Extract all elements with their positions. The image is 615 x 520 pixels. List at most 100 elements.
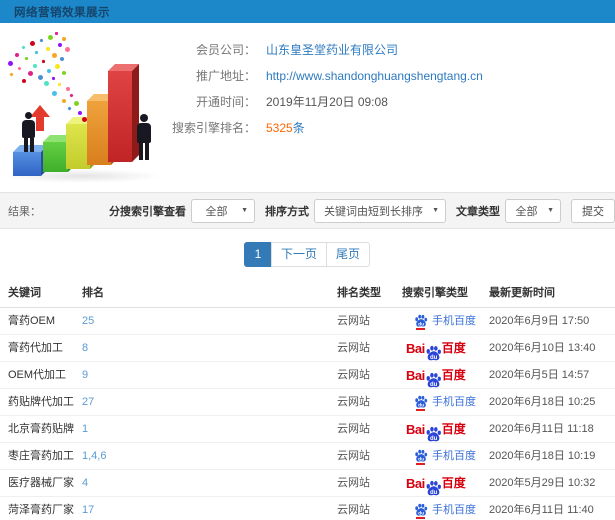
mobile-baidu-label: 手机百度 bbox=[432, 449, 476, 462]
table-row: OEM代加工 9 云网站 Bai du 百度 2020年6月5日 14:57 bbox=[0, 362, 615, 389]
chart-bar-green bbox=[43, 142, 68, 172]
rank-type-cell: 云网站 bbox=[337, 396, 370, 408]
confetti-dot bbox=[41, 59, 46, 64]
info-section: 会员公司： 山东皇圣堂药业有限公司 推广地址： http://www.shand… bbox=[0, 23, 615, 192]
confetti-dot bbox=[17, 66, 22, 71]
rank-link[interactable]: 4 bbox=[82, 470, 337, 496]
promo-url-link[interactable]: http://www.shandonghuangshengtang.cn bbox=[266, 63, 483, 89]
rank-link[interactable]: 1,4,6 bbox=[82, 443, 337, 469]
mobile-baidu-icon: du bbox=[414, 449, 428, 465]
submit-button[interactable]: 提交 bbox=[571, 198, 615, 223]
confetti-dot bbox=[66, 87, 70, 91]
sort-select[interactable]: 关键词由短到长排序 ▼ bbox=[314, 198, 446, 223]
keyword-cell: 膏药OEM bbox=[8, 315, 56, 327]
baidu-logo-paw-icon: du bbox=[425, 345, 442, 362]
last-page-button[interactable]: 尾页 bbox=[326, 241, 371, 267]
svg-text:du: du bbox=[418, 321, 424, 327]
rank-link[interactable]: 17 bbox=[82, 497, 337, 520]
confetti-dot bbox=[8, 61, 13, 66]
updated-cell: 2020年6月9日 17:50 bbox=[489, 315, 590, 327]
confetti-dot bbox=[44, 81, 49, 86]
confetti-dot bbox=[62, 37, 66, 41]
rank-link[interactable]: 27 bbox=[82, 389, 337, 415]
rank-link[interactable]: 8 bbox=[82, 335, 337, 361]
company-link[interactable]: 山东皇圣堂药业有限公司 bbox=[266, 37, 398, 63]
confetti-dot bbox=[39, 38, 44, 43]
baidu-logo-bai: Bai bbox=[406, 367, 425, 383]
svg-text:du: du bbox=[418, 402, 424, 408]
confetti-dot bbox=[24, 56, 29, 61]
rank-link[interactable]: 25 bbox=[82, 308, 337, 334]
rank-type-cell: 云网站 bbox=[337, 450, 370, 462]
baidu-logo-paw-icon: du bbox=[425, 372, 442, 389]
baidu-logo-bai: Bai bbox=[406, 421, 425, 437]
svg-text:du: du bbox=[418, 510, 424, 516]
confetti-dot bbox=[38, 75, 43, 80]
updated-cell: 2020年6月11日 11:18 bbox=[489, 423, 594, 435]
table-row: 北京膏药贴牌 1 云网站 Bai du 百度 2020年6月11日 11:18 bbox=[0, 416, 615, 443]
next-page-button[interactable]: 下一页 bbox=[270, 241, 327, 267]
rank-type-cell: 云网站 bbox=[337, 423, 370, 435]
keyword-cell: 枣庄膏药加工 bbox=[8, 450, 74, 462]
confetti-dot bbox=[82, 117, 87, 122]
rank-type-cell: 云网站 bbox=[337, 369, 370, 381]
svg-text:du: du bbox=[430, 435, 438, 441]
mobile-baidu-badge: du 手机百度 bbox=[414, 443, 476, 470]
table-header-row: 关键词 排名 排名类型 搜索引擎类型 最新更新时间 bbox=[0, 279, 615, 308]
rank-link[interactable]: 9 bbox=[82, 362, 337, 388]
confetti-dot bbox=[58, 43, 62, 47]
rank-count-number: 5325 bbox=[266, 121, 293, 135]
red-underline bbox=[416, 328, 425, 330]
confetti-dot bbox=[51, 76, 56, 81]
mobile-baidu-icon: du bbox=[414, 314, 428, 330]
baidu-logo-cn: 百度 bbox=[441, 421, 466, 436]
confetti-dot bbox=[52, 91, 57, 96]
svg-text:du: du bbox=[430, 489, 438, 495]
confetti-dot bbox=[78, 111, 82, 115]
company-info: 会员公司： 山东皇圣堂药业有限公司 推广地址： http://www.shand… bbox=[168, 37, 608, 141]
keyword-cell: 膏药代加工 bbox=[8, 342, 63, 354]
table-row: 枣庄膏药加工 1,4,6 云网站 du 手机百度 2020年6月18日 10:19 bbox=[0, 443, 615, 470]
article-type-select[interactable]: 全部 ▼ bbox=[505, 198, 561, 223]
rank-type-cell: 云网站 bbox=[337, 315, 370, 327]
engine-select-value: 全部 bbox=[205, 205, 228, 218]
red-underline bbox=[416, 463, 425, 465]
engine-cell: du 手机百度 bbox=[402, 308, 489, 334]
baidu-logo: Bai du 百度 bbox=[406, 416, 466, 443]
confetti-dot bbox=[74, 101, 79, 106]
baidu-logo-paw-icon: du bbox=[425, 426, 442, 443]
info-row-rank-count: 搜索引擎排名： 5325 条 bbox=[168, 115, 608, 141]
baidu-paw-icon: du bbox=[415, 395, 428, 408]
engine-select[interactable]: 全部 ▼ bbox=[191, 198, 255, 223]
filter-bar: 结果： 分搜索引擎查看 全部 ▼ 排序方式 关键词由短到长排序 ▼ 文章类型 全… bbox=[0, 192, 615, 229]
page-header: 网络营销效果展示 bbox=[0, 0, 615, 23]
rank-type-cell: 云网站 bbox=[337, 342, 370, 354]
rank-link[interactable]: 1 bbox=[82, 416, 337, 442]
filter-controls: 分搜索引擎查看 全部 ▼ 排序方式 关键词由短到长排序 ▼ 文章类型 全部 ▼ … bbox=[99, 198, 615, 223]
baidu-logo-paw-icon: du bbox=[425, 480, 442, 497]
open-time-label: 开通时间： bbox=[195, 95, 256, 109]
baidu-paw-icon: du bbox=[426, 480, 441, 495]
confetti-dot bbox=[55, 32, 58, 35]
mobile-baidu-label: 手机百度 bbox=[432, 503, 476, 516]
keyword-cell: 北京膏药贴牌 bbox=[8, 423, 74, 435]
baidu-logo: Bai du 百度 bbox=[406, 335, 466, 362]
info-row-company: 会员公司： 山东皇圣堂药业有限公司 bbox=[168, 37, 608, 63]
rank-type-cell: 云网站 bbox=[337, 504, 370, 516]
svg-text:du: du bbox=[430, 354, 438, 360]
confetti-dot bbox=[67, 106, 72, 111]
page-1-button[interactable]: 1 bbox=[243, 241, 272, 267]
mobile-baidu-icon: du bbox=[414, 395, 428, 411]
table-row: 药贴牌代加工 27 云网站 du 手机百度 2020年6月18日 10:25 bbox=[0, 389, 615, 416]
confetti-dot bbox=[60, 57, 64, 61]
chevron-down-icon: ▼ bbox=[547, 207, 554, 214]
table-row: 膏药OEM 25 云网站 du 手机百度 2020年6月9日 17:50 bbox=[0, 308, 615, 335]
baidu-paw-icon: du bbox=[426, 426, 441, 441]
header-updated: 最新更新时间 bbox=[489, 287, 555, 299]
confetti-dot bbox=[30, 41, 35, 46]
promo-url-label: 推广地址： bbox=[195, 69, 256, 83]
keyword-cell: 菏泽膏药厂家 bbox=[8, 504, 74, 516]
engine-filter-label: 分搜索引擎查看 bbox=[109, 205, 186, 218]
mobile-baidu-badge: du 手机百度 bbox=[414, 389, 476, 416]
header-rank-type: 排名类型 bbox=[337, 287, 381, 299]
